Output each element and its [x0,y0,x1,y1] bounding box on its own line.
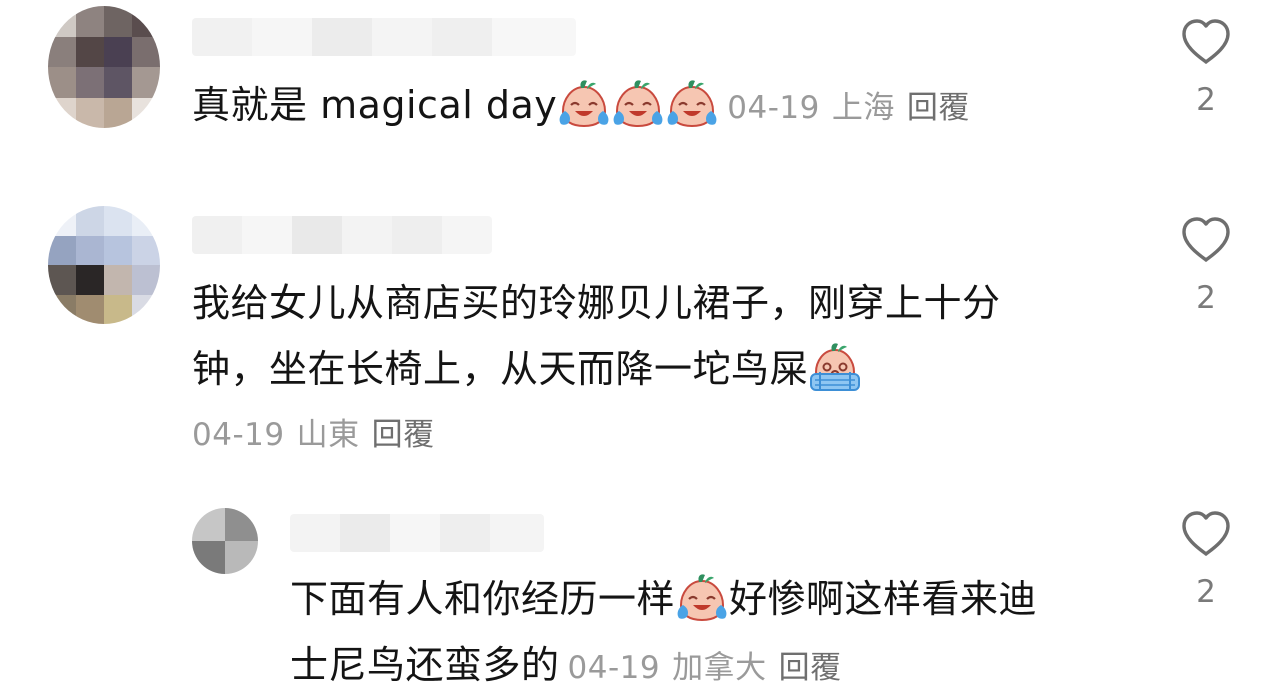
comment-body-line: 钟，坐在长椅上，从天而降一坨鸟屎 [192,347,809,391]
laughing-crying-emoji-icon [675,572,729,622]
reply-button[interactable]: 回覆 [907,90,970,126]
comment-body-line: 士尼鸟还蛮多的 [290,643,560,687]
crying-emoji-icon [808,342,862,392]
comment-body-line: 下面有人和你经历一样 [290,577,676,621]
like-button[interactable] [1174,216,1238,264]
laughing-crying-emoji-icon [665,78,719,128]
comment-meta: 04-19 山東 回覆 [192,402,1092,468]
comment-location: 加拿大 [672,650,767,686]
like-group: 2 [1174,216,1238,318]
comment-body-line: 我给女儿从商店买的玲娜贝儿裙子，刚穿上十分 [192,281,1001,325]
comment-text: 真就是 magical day 04-19 上海 回覆 [192,72,970,141]
username-blurred[interactable] [290,514,544,552]
comment-body: 真就是 magical day [192,83,558,127]
comment-text: 下面有人和你经历一样 好惨啊这样看来迪 士尼鸟还蛮多的 04-19 加拿大 回覆 [290,566,1110,689]
avatar[interactable] [192,508,258,574]
laughing-crying-emoji-icon [611,78,665,128]
comment-date: 04-19 [727,90,820,126]
username-blurred[interactable] [192,216,492,254]
like-count: 2 [1196,280,1216,316]
like-group: 2 [1174,510,1238,612]
like-button[interactable] [1174,510,1238,558]
username-blurred[interactable] [192,18,576,56]
avatar[interactable] [48,206,160,324]
comment-body-line: 好惨啊这样看来迪 [729,577,1038,621]
comment-location: 山東 [296,417,360,453]
like-count: 2 [1196,82,1216,118]
heart-outline-icon [1180,18,1232,66]
like-count: 2 [1196,574,1216,610]
like-button[interactable] [1174,18,1238,66]
comment-meta: 04-19 加拿大 回覆 [568,650,842,686]
comment-meta: 04-19 上海 回覆 [727,90,970,126]
avatar[interactable] [48,6,160,128]
comment-location: 上海 [831,90,895,126]
comment-date: 04-19 [192,417,285,453]
comment-text: 我给女儿从商店买的玲娜贝儿裙子，刚穿上十分 钟，坐在长椅上，从天而降一坨鸟屎 0… [192,270,1092,468]
laughing-crying-emoji-icon [557,78,611,128]
comment-date: 04-19 [567,650,661,686]
comment-list: 真就是 magical day 04-19 上海 回覆 2 我给女儿从商店买的玲娜贝儿… [0,0,1284,689]
reply-button[interactable]: 回覆 [779,650,842,686]
reply-button[interactable]: 回覆 [372,417,435,453]
heart-outline-icon [1180,216,1232,264]
heart-outline-icon [1180,510,1232,558]
like-group: 2 [1174,18,1238,120]
